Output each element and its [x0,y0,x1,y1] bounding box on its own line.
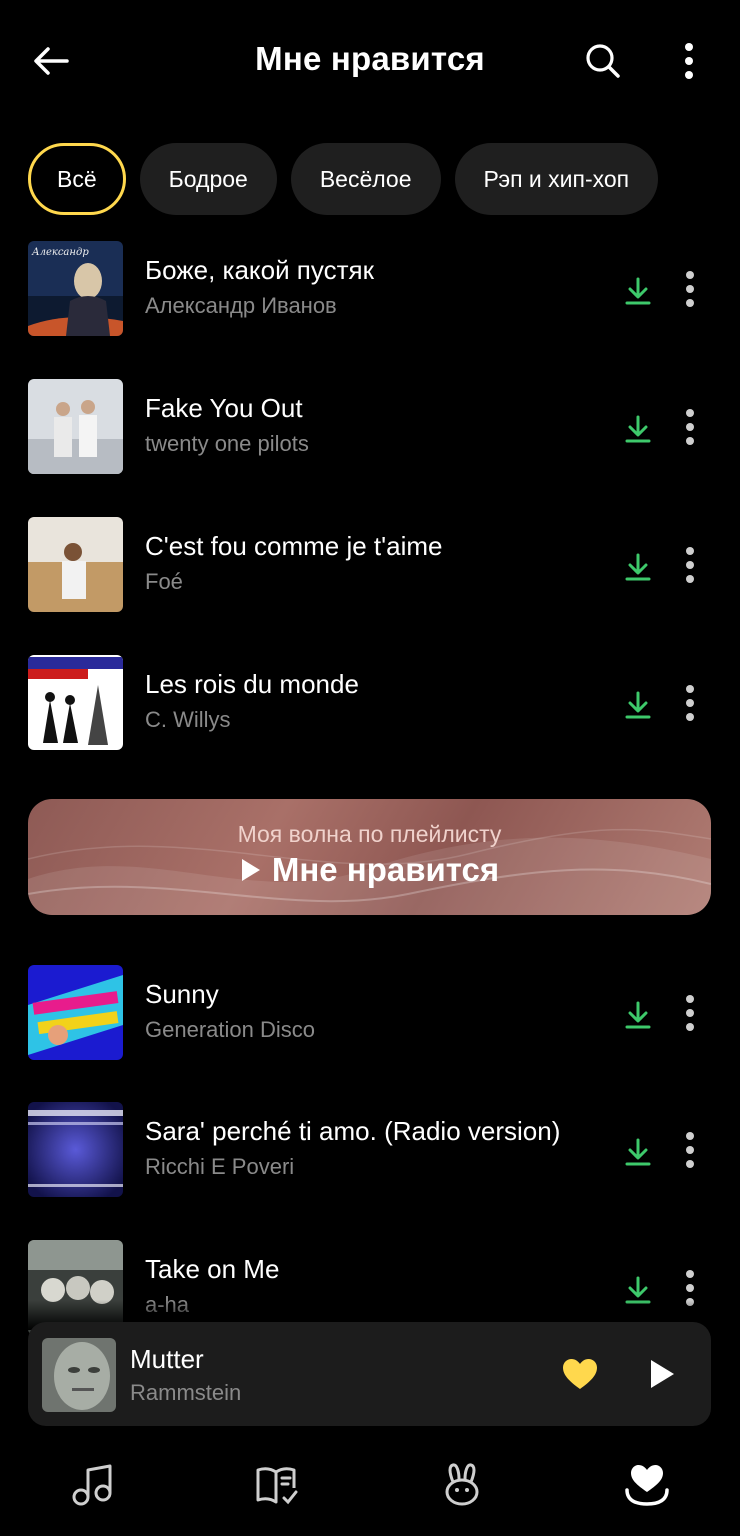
album-cover [28,517,123,612]
track-row[interactable]: Fake You Out twenty one pilots [0,379,740,475]
filter-chips: Всё Бодрое Весёлое Рэп и хип-хоп [28,143,659,215]
more-vertical-icon [686,1132,694,1168]
more-vertical-icon [686,685,694,721]
filter-chip-all[interactable]: Всё [28,143,126,215]
download-icon [625,277,651,305]
track-title: Fake You Out [145,393,303,423]
play-icon [651,1360,674,1388]
bottom-tab-bar [0,1440,740,1536]
download-button[interactable] [620,273,656,309]
track-more-button[interactable] [676,267,704,311]
more-vertical-icon [686,547,694,583]
more-options-button[interactable] [668,38,710,84]
kids-bunny-icon [445,1463,479,1506]
track-title: C'est fou comme je t'aime [145,531,443,561]
tab-kids[interactable] [422,1450,502,1520]
more-vertical-icon [686,271,694,307]
track-title: Sara' perché ti amo. (Radio version) [145,1116,561,1146]
download-button[interactable] [620,1134,656,1170]
download-icon [625,553,651,581]
page-title: Мне нравится [255,40,485,77]
album-cover [28,379,123,474]
play-button[interactable] [642,1352,682,1396]
track-artist[interactable]: Ricchi E Poveri [145,1154,294,1180]
download-icon [625,1001,651,1029]
track-artist[interactable]: Александр Иванов [145,293,337,319]
wave-title-row: Мне нравится [28,851,711,889]
track-more-button[interactable] [676,681,704,725]
play-icon [241,859,260,881]
track-row[interactable]: Sara' perché ti amo. (Radio version) Ric… [0,1102,740,1198]
track-title: Боже, какой пустяк [145,255,374,285]
now-playing-title: Mutter [130,1344,204,1374]
download-icon [625,415,651,443]
more-vertical-icon [686,409,694,445]
more-vertical-icon [685,43,693,79]
collection-heart-icon [625,1465,669,1506]
track-more-button[interactable] [676,405,704,449]
top-bar: Мне нравится [0,0,740,125]
tab-collection[interactable] [607,1450,687,1520]
track-row[interactable]: Sunny Generation Disco [0,965,740,1061]
album-cover [28,1102,123,1197]
track-title: Les rois du monde [145,669,359,699]
music-note-icon [72,1464,112,1506]
download-button[interactable] [620,997,656,1033]
track-more-button[interactable] [676,543,704,587]
download-button[interactable] [620,549,656,585]
wave-subtitle: Моя волна по плейлисту [237,821,502,847]
my-wave-banner[interactable]: Моя волна по плейлисту Мне нравится [28,799,711,915]
filter-chip-cheerful[interactable]: Весёлое [290,143,441,215]
download-button[interactable] [620,411,656,447]
book-icon [256,1467,298,1505]
filter-chip-upbeat[interactable]: Бодрое [139,143,277,215]
album-cover [28,965,123,1060]
track-title: Take on Me [145,1254,280,1284]
mini-player[interactable]: Mutter Rammstein [28,1322,711,1426]
album-cover [28,655,123,750]
track-row[interactable]: C'est fou comme je t'aime Foé [0,517,740,613]
track-title: Sunny [145,979,219,1009]
now-playing-cover [42,1338,116,1412]
track-artist[interactable]: C. Willys [145,707,231,733]
tab-books[interactable] [237,1450,317,1520]
like-button[interactable] [558,1354,602,1394]
search-icon [586,44,620,78]
svg-text:Александр: Александр [31,247,89,258]
track-artist[interactable]: Generation Disco [145,1017,315,1043]
now-playing-artist: Rammstein [130,1380,242,1405]
track-row[interactable]: Александр Боже, какой пустяк Александр И… [0,241,740,337]
track-more-button[interactable] [676,1128,704,1172]
album-cover: Александр [28,241,123,336]
wave-title: Мне нравится [271,851,500,888]
download-icon [625,1138,651,1166]
track-more-button[interactable] [676,991,704,1035]
search-button[interactable] [580,38,626,84]
download-button[interactable] [620,687,656,723]
tab-music[interactable] [53,1450,133,1520]
track-artist[interactable]: twenty one pilots [145,431,309,457]
heart-filled-icon [563,1359,597,1389]
filter-chip-rap[interactable]: Рэп и хип-хоп [454,143,659,215]
download-icon [625,691,651,719]
track-artist[interactable]: Foé [145,569,183,595]
track-row[interactable]: Les rois du monde C. Willys [0,655,740,751]
more-vertical-icon [686,995,694,1031]
